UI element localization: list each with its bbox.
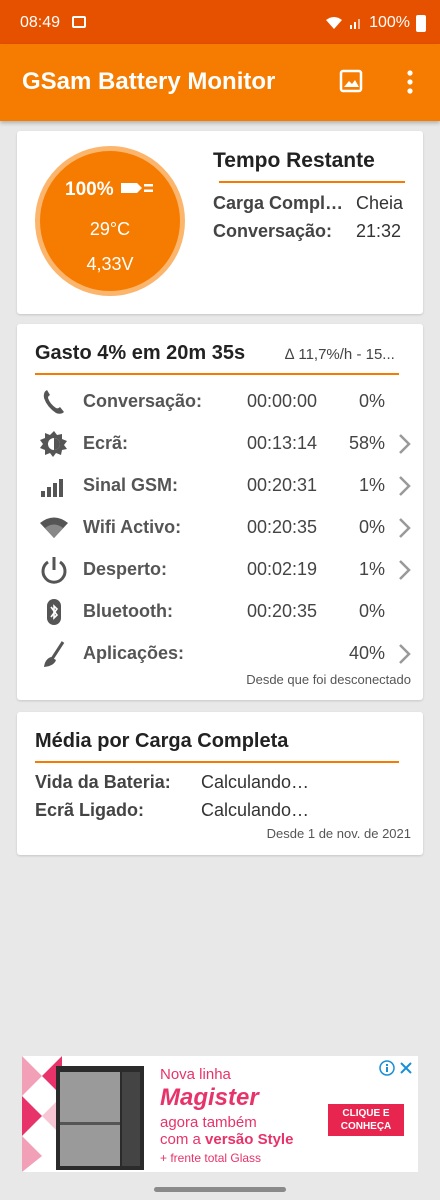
gauge-percent-text: 100% — [65, 179, 114, 200]
average-card: Média por Carga Completa Vida da Bateria… — [17, 712, 423, 855]
usage-label: Wifi Activo: — [83, 517, 182, 537]
phone-icon — [43, 390, 64, 414]
usage-row-bluetooth: Bluetooth: 00:20:35 0% — [17, 591, 423, 633]
more-vert-icon[interactable] — [398, 68, 422, 96]
usage-percent: 1% — [358, 559, 385, 579]
average-title: Média por Carga Completa — [35, 730, 289, 752]
ad-banner[interactable]: Nova linha Magister agora também com a v… — [22, 1056, 418, 1172]
wifi-status-icon — [326, 17, 343, 29]
brightness-icon — [40, 431, 67, 457]
ad-line4: + frente total Glass — [160, 1151, 262, 1165]
remaining-value-full: Cheia — [356, 193, 404, 213]
usage-percent: 0% — [358, 517, 385, 537]
app-bar: GSam Battery Monitor — [0, 44, 440, 121]
chevron-right-icon[interactable] — [395, 474, 413, 498]
usage-percent: 40% — [348, 643, 385, 663]
remaining-value-talk: 21:32 — [356, 221, 402, 241]
remaining-row-talk: Conversação: — [213, 221, 332, 242]
usage-percent: 0% — [358, 391, 385, 411]
average-value-screen: Calculando… — [201, 800, 310, 820]
usage-time: 00:02:19 — [247, 559, 318, 579]
average-label: Vida da Bateria: — [35, 772, 171, 792]
average-footer: Desde 1 de nov. de 2021 — [266, 826, 411, 841]
gallery-notification-icon — [72, 16, 86, 28]
chevron-right-icon[interactable] — [395, 642, 413, 666]
remaining-title: Tempo Restante — [213, 149, 375, 172]
usage-row-gsm[interactable]: Sinal GSM: 00:20:31 1% — [17, 465, 423, 507]
chevron-right-icon[interactable] — [395, 516, 413, 540]
usage-time: 00:20:31 — [247, 475, 318, 495]
usage-row-apps[interactable]: Aplicações: 40% — [17, 633, 423, 675]
ad-line3-bold: versão Style — [205, 1131, 294, 1148]
usage-row-wifi[interactable]: Wifi Activo: 00:20:35 0% — [17, 507, 423, 549]
charging-plug-icon — [120, 183, 153, 193]
ad-close-icon[interactable] — [399, 1061, 413, 1075]
battery-status-icon — [416, 14, 426, 32]
usage-label: Ecrã: — [83, 433, 129, 453]
usage-label: Desperto: — [83, 559, 168, 579]
usage-percent: 1% — [358, 475, 385, 495]
usage-footer: Desde que foi desconectado — [246, 672, 411, 687]
average-label-life: Vida da Bateria: — [35, 772, 171, 793]
signal-icon — [41, 479, 63, 497]
gauge-temperature: 29°C — [89, 219, 131, 239]
usage-time: 00:00:00 — [247, 391, 318, 411]
usage-label: Aplicações: — [83, 643, 185, 663]
average-divider — [35, 761, 399, 763]
signal-status-icon — [350, 19, 361, 29]
usage-card: Gasto 4% em 20m 35s ∆ 11,7%/h - 15... Co… — [17, 324, 423, 700]
appliance-image — [56, 1066, 144, 1170]
status-right: 100% — [325, 14, 426, 32]
usage-row-talk: Conversação: 00:00:00 0% — [17, 381, 423, 423]
home-gesture-bar[interactable] — [154, 1187, 286, 1192]
usage-label: Conversação: — [83, 391, 203, 411]
usage-time: 00:20:35 — [247, 601, 318, 621]
chevron-right-icon[interactable] — [395, 432, 413, 456]
app-title: GSam Battery Monitor — [22, 68, 276, 95]
usage-divider — [35, 373, 399, 375]
image-icon[interactable] — [338, 68, 364, 94]
usage-row-awake[interactable]: Desperto: 00:02:19 1% — [17, 549, 423, 591]
usage-time: 00:13:14 — [247, 433, 318, 453]
battery-summary-card[interactable]: 100% 29°C 4,33V Tempo Restante Carga Com… — [17, 131, 423, 314]
ad-line1: Nova linha — [160, 1066, 231, 1083]
usage-percent: 0% — [358, 601, 385, 621]
ad-info-icon[interactable] — [379, 1060, 395, 1076]
usage-label: Bluetooth: — [83, 601, 173, 621]
remaining-divider — [219, 181, 405, 183]
average-label-screen: Ecrã Ligado: — [35, 800, 144, 821]
ad-brand: Magister — [160, 1084, 259, 1111]
average-value-life: Calculando… — [201, 772, 310, 792]
ad-cta-button[interactable]: CLIQUE E CONHEÇA — [328, 1104, 404, 1136]
battery-gauge[interactable]: 100% 29°C 4,33V — [35, 146, 185, 296]
chevron-right-icon[interactable] — [395, 558, 413, 582]
usage-label: Sinal GSM: — [83, 475, 179, 495]
power-icon — [41, 557, 67, 584]
broom-icon — [44, 641, 65, 667]
remaining-label: Conversação: — [213, 221, 333, 241]
remaining-label: Carga Compl… — [213, 193, 344, 213]
usage-percent: 58% — [348, 433, 385, 453]
ad-line3-pre: com a — [160, 1131, 201, 1148]
gauge-percent: 100% — [40, 179, 180, 201]
ad-line3: com a versão Style — [160, 1131, 293, 1148]
usage-time: 00:20:35 — [247, 517, 318, 537]
status-bar: 08:49 100% — [0, 0, 440, 44]
status-battery-text: 100% — [369, 14, 410, 31]
ad-line2: agora também — [160, 1114, 257, 1131]
remaining-row-full: Carga Compl… — [213, 193, 343, 214]
wifi-icon — [40, 517, 68, 538]
usage-title: Gasto 4% em 20m 35s — [35, 342, 246, 364]
usage-row-screen[interactable]: Ecrã: 00:13:14 58% — [17, 423, 423, 465]
average-label: Ecrã Ligado: — [35, 800, 145, 820]
bluetooth-icon — [47, 599, 61, 625]
usage-delta: ∆ 11,7%/h - 15... — [285, 346, 395, 363]
status-time: 08:49 — [20, 14, 61, 31]
gauge-voltage: 4,33V — [86, 254, 134, 274]
